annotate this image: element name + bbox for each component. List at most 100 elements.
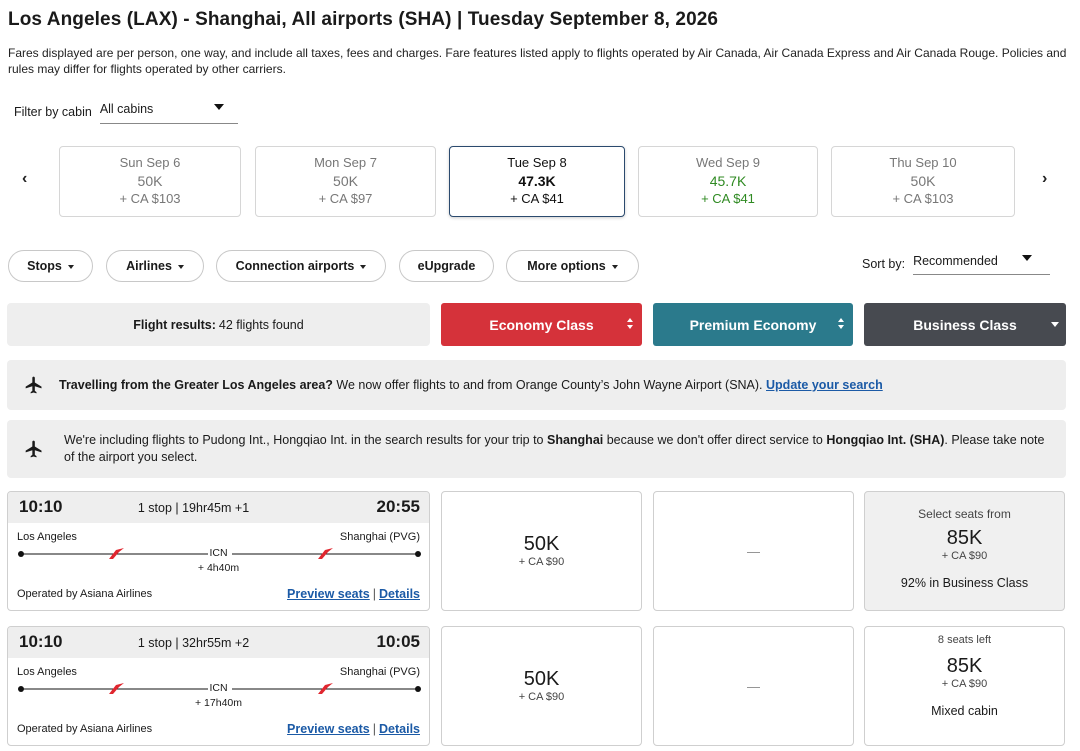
details-link[interactable]: Details <box>379 587 420 601</box>
sort-arrows-icon <box>838 318 846 332</box>
cabin-filter: Filter by cabin All cabins <box>14 100 238 124</box>
date-cash: + CA $41 <box>510 191 564 206</box>
flight-links: Preview seats | Details <box>287 722 420 736</box>
date-label: Mon Sep 7 <box>314 155 377 170</box>
fare-points: 85K <box>946 655 983 677</box>
layover-duration: + 17h40m <box>195 697 242 709</box>
premium-economy-fare-unavailable: — <box>653 491 854 611</box>
airlines-filter-button[interactable]: Airlines <box>106 250 204 282</box>
date-card-tue-sep-8[interactable]: Tue Sep 8 47.3K + CA $41 <box>449 146 625 217</box>
seat-availability: 8 seats left <box>937 634 992 646</box>
airport-notice-part: because we don't offer direct service to <box>603 433 827 447</box>
cabin-mix-note: Mixed cabin <box>931 704 998 718</box>
fare-points: 50K <box>523 533 560 555</box>
preview-seats-link[interactable]: Preview seats <box>287 722 370 736</box>
airlines-filter-label: Airlines <box>126 259 172 273</box>
date-points: 50K <box>910 173 936 189</box>
chevron-down-icon <box>213 104 224 110</box>
origin-city: Los Angeles <box>17 531 77 543</box>
connection-airports-filter-button[interactable]: Connection airports <box>216 250 386 282</box>
fare-points: 50K <box>523 668 560 690</box>
economy-fare-button[interactable]: 50K + CA $90 <box>441 626 642 746</box>
cabin-mix-note: 92% in Business Class <box>900 576 1029 590</box>
destination-city: Shanghai (PVG) <box>339 666 420 678</box>
page-title: Los Angeles (LAX) - Shanghai, All airpor… <box>8 9 719 30</box>
date-label: Thu Sep 10 <box>889 155 957 170</box>
eupgrade-filter-button[interactable]: eUpgrade <box>399 250 494 282</box>
operating-carrier: Operated by Asiana Airlines <box>17 723 153 735</box>
caret-down-icon <box>1051 322 1059 327</box>
prev-dates-button[interactable]: ‹ <box>22 170 27 188</box>
cabin-filter-select[interactable]: All cabins <box>99 100 238 124</box>
next-dates-button[interactable]: › <box>1042 170 1047 188</box>
business-class-sort-button[interactable]: Business Class <box>864 303 1066 346</box>
cabin-filter-value: All cabins <box>99 102 154 116</box>
business-fare-button[interactable]: Select seats from 85K + CA $90 92% in Bu… <box>864 491 1065 611</box>
arrival-time: 10:05 <box>376 632 420 651</box>
fare-disclaimer: Fares displayed are per person, one way,… <box>8 46 1067 76</box>
premium-economy-sort-button[interactable]: Premium Economy <box>653 303 853 346</box>
operating-carrier: Operated by Asiana Airlines <box>17 588 153 600</box>
airplane-icon <box>25 376 42 394</box>
flight-card[interactable]: 10:10 1 stop | 19hr45m +1 20:55 Los Ange… <box>7 491 430 611</box>
cabin-filter-label: Filter by cabin <box>14 105 92 119</box>
caret-down-icon <box>67 264 74 269</box>
layover-duration: + 4h40m <box>197 562 240 574</box>
date-card-sun-sep-6[interactable]: Sun Sep 6 50K + CA $103 <box>59 146 241 217</box>
origin-city: Los Angeles <box>17 666 77 678</box>
unavailable-dash: — <box>747 544 760 559</box>
eupgrade-filter-label: eUpgrade <box>417 259 476 273</box>
sort-control: Sort by: Recommended <box>862 253 1051 275</box>
sort-select[interactable]: Recommended <box>913 253 1051 275</box>
more-options-filter-label: More options <box>527 259 606 273</box>
connection-airport-code: ICN <box>209 547 228 559</box>
date-card-thu-sep-10[interactable]: Thu Sep 10 50K + CA $103 <box>831 146 1015 217</box>
stops-filter-button[interactable]: Stops <box>8 250 93 282</box>
premium-economy-label: Premium Economy <box>689 316 817 333</box>
flight-links: Preview seats | Details <box>287 587 420 601</box>
sna-notice: Travelling from the Greater Los Angeles … <box>7 360 1066 410</box>
date-card-wed-sep-9[interactable]: Wed Sep 9 45.7K + CA $41 <box>638 146 818 217</box>
business-fare-button[interactable]: 8 seats left 85K + CA $90 Mixed cabin <box>864 626 1065 746</box>
airport-notice-airport: Hongqiao Int. (SHA) <box>826 433 945 447</box>
stops-filter-label: Stops <box>27 259 62 273</box>
destination-city: Shanghai (PVG) <box>339 531 420 543</box>
sna-notice-heading: Travelling from the Greater Los Angeles … <box>59 378 333 392</box>
date-label: Sun Sep 6 <box>119 155 181 170</box>
premium-economy-fare-unavailable: — <box>653 626 854 746</box>
airport-notice: We're including flights to Pudong Int., … <box>7 420 1066 478</box>
caret-down-icon <box>611 264 618 269</box>
sort-value: Recommended <box>913 254 998 268</box>
caret-down-icon <box>177 264 184 269</box>
sort-label: Sort by: <box>862 257 906 271</box>
date-cash: + CA $41 <box>701 191 755 206</box>
connection-airports-filter-label: Connection airports <box>235 259 355 273</box>
sort-arrows-icon <box>627 318 635 332</box>
preview-seats-link[interactable]: Preview seats <box>287 587 370 601</box>
results-count: 42 flights found <box>218 317 304 332</box>
airport-notice-part: We're including flights to Pudong Int., … <box>64 433 547 447</box>
details-link[interactable]: Details <box>379 722 420 736</box>
airport-notice-city: Shanghai <box>546 433 604 447</box>
more-options-filter-button[interactable]: More options <box>506 250 639 282</box>
update-search-link[interactable]: Update your search <box>766 378 883 392</box>
airplane-icon <box>25 440 42 458</box>
arrival-time: 20:55 <box>376 497 420 516</box>
economy-fare-button[interactable]: 50K + CA $90 <box>441 491 642 611</box>
date-cash: + CA $103 <box>892 191 954 206</box>
fare-cash: + CA $90 <box>518 556 565 568</box>
seat-availability: Select seats from <box>918 507 1011 521</box>
sna-notice-text: Travelling from the Greater Los Angeles … <box>59 377 883 394</box>
flight-card[interactable]: 10:10 1 stop | 32hr55m +2 10:05 Los Ange… <box>7 626 430 746</box>
fare-cash: + CA $90 <box>941 678 988 690</box>
fare-cash: + CA $90 <box>518 691 565 703</box>
airport-notice-text: We're including flights to Pudong Int., … <box>64 432 1054 466</box>
connection-airport-code: ICN <box>209 682 228 694</box>
economy-class-sort-button[interactable]: Economy Class <box>441 303 642 346</box>
unavailable-dash: — <box>747 679 760 694</box>
date-card-mon-sep-7[interactable]: Mon Sep 7 50K + CA $97 <box>255 146 436 217</box>
flight-header: 10:10 1 stop | 32hr55m +2 10:05 <box>8 627 429 658</box>
fare-points: 85K <box>946 527 983 549</box>
caret-down-icon <box>360 264 367 269</box>
chevron-down-icon <box>1022 255 1033 261</box>
